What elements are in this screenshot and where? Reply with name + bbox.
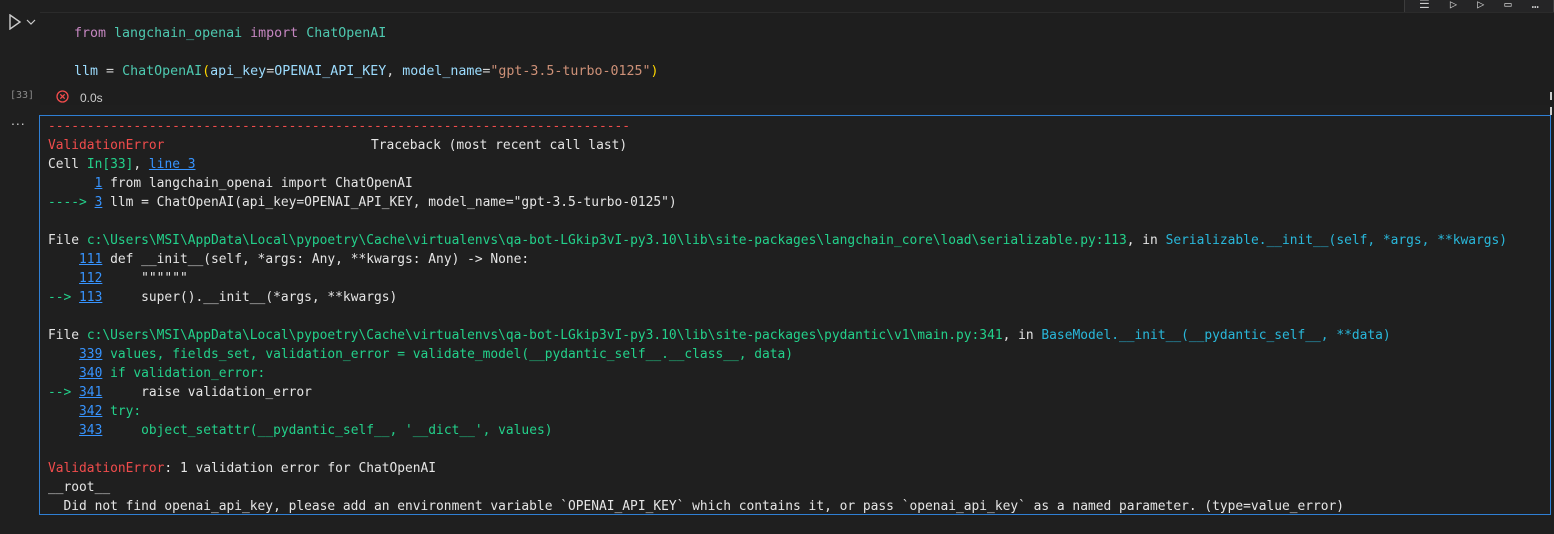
scrollbar-marker	[1550, 107, 1552, 115]
traceback-divider: ----------------------------------------…	[48, 119, 631, 134]
error-root: __root__	[48, 480, 111, 495]
cell-reference: Cell In[33], line 3	[48, 155, 196, 174]
run-cell-icon[interactable]	[8, 14, 22, 30]
trace-line: 340 if validation_error:	[48, 364, 265, 383]
file-reference: File c:\Users\MSI\AppData\Local\pypoetry…	[48, 231, 1507, 250]
class-name: ChatOpenAI	[306, 26, 387, 41]
function-name: BaseModel.__init__(__pydantic_self__, **…	[1041, 328, 1391, 343]
class-name: ChatOpenAI	[122, 64, 203, 79]
chevron-down-icon[interactable]	[26, 17, 36, 27]
keyword: import	[250, 26, 299, 41]
execution-status: 0.0s	[56, 88, 103, 107]
error-circle-icon	[56, 88, 69, 107]
trace-line: 339 values, fields_set, validation_error…	[48, 345, 793, 364]
operator: =	[266, 64, 275, 79]
run-by-line-icon[interactable]: ☰	[1419, 0, 1430, 10]
cell-prefix: Cell	[48, 157, 87, 172]
trace-code: """"""	[102, 271, 188, 286]
trace-line: 1 from langchain_openai import ChatOpenA…	[48, 174, 413, 193]
trace-line: 112 """"""	[48, 269, 188, 288]
paren: )	[650, 64, 659, 79]
kwarg: api_key	[210, 64, 267, 79]
trace-line: 111 def __init__(self, *args: Any, **kwa…	[48, 250, 529, 269]
line-number-link[interactable]: 341	[79, 385, 102, 400]
more-icon[interactable]: …	[1532, 0, 1539, 10]
final-error: ValidationError: 1 validation error for …	[48, 459, 436, 478]
line-number-link[interactable]: 340	[79, 366, 102, 381]
line-number-link[interactable]: 113	[79, 290, 102, 305]
trace-code: def __init__(self, *args: Any, **kwargs:…	[102, 252, 530, 267]
keyword: from	[74, 26, 107, 41]
trace-line-current: --> 341 raise validation_error	[48, 383, 312, 402]
paren: (	[202, 64, 211, 79]
traceback-label: Traceback (most recent call last)	[371, 138, 628, 153]
operator: =	[98, 64, 123, 79]
code-line-2: llm = ChatOpenAI(api_key=OPENAI_API_KEY,…	[74, 63, 659, 81]
cell-output[interactable]: ----------------------------------------…	[39, 115, 1551, 515]
run-cell-controls	[8, 14, 36, 30]
kwarg: model_name	[402, 64, 483, 79]
variable: llm	[74, 64, 99, 79]
error-name: ValidationError	[48, 461, 165, 476]
execution-time: 0.0s	[80, 90, 103, 105]
execute-above-icon[interactable]: ▷	[1450, 0, 1457, 10]
function-name: Serializable.__init__(self, *args, **kwa…	[1165, 233, 1508, 248]
line-number-link[interactable]: 343	[79, 423, 102, 438]
cell-in: In[33]	[86, 157, 134, 172]
trace-code: values, fields_set, validation_error = v…	[102, 347, 794, 362]
error-message: : 1 validation error for ChatOpenAI	[164, 461, 437, 476]
trace-code: if validation_error:	[102, 366, 266, 381]
separator: ,	[386, 64, 403, 79]
trace-code: raise validation_error	[102, 385, 312, 400]
execute-below-icon[interactable]: ▷	[1477, 0, 1484, 10]
line-number-link[interactable]: 342	[79, 404, 102, 419]
file-prefix: File	[48, 233, 87, 248]
file-prefix: File	[48, 328, 87, 343]
trace-line-current: ----> 3 llm = ChatOpenAI(api_key=OPENAI_…	[48, 193, 677, 212]
error-name: ValidationError	[48, 138, 165, 153]
file-path-link[interactable]: c:\Users\MSI\AppData\Local\pypoetry\Cach…	[87, 233, 1127, 248]
line-number-link[interactable]: 339	[79, 347, 102, 362]
current-line-arrow: ---->	[48, 195, 95, 210]
code-line-1: from langchain_openai import ChatOpenAI	[74, 25, 386, 43]
trace-line-current: --> 113 super().__init__(*args, **kwargs…	[48, 288, 397, 307]
output-more-button[interactable]: ...	[11, 112, 26, 128]
module-name: langchain_openai	[114, 26, 243, 41]
split-cell-icon[interactable]: ▭	[1504, 0, 1511, 10]
execution-count: [33]	[10, 90, 35, 101]
code-editor[interactable]: from langchain_openai import ChatOpenAI …	[40, 12, 1554, 105]
variable: OPENAI_API_KEY	[274, 64, 387, 79]
trace-line: 342 try:	[48, 402, 141, 421]
trace-code: super().__init__(*args, **kwargs)	[102, 290, 398, 305]
file-in: , in	[1002, 328, 1042, 343]
file-path-link[interactable]: c:\Users\MSI\AppData\Local\pypoetry\Cach…	[87, 328, 1003, 343]
file-in: , in	[1126, 233, 1166, 248]
trace-code: from langchain_openai import ChatOpenAI	[102, 176, 413, 191]
traceback-header: ValidationError Traceback (most recent ca…	[48, 136, 627, 155]
trace-line: 343 object_setattr(__pydantic_self__, '_…	[48, 421, 552, 440]
trace-code: object_setattr(__pydantic_self__, '__dic…	[102, 423, 553, 438]
current-line-arrow: -->	[48, 290, 80, 305]
current-line-arrow: -->	[48, 385, 80, 400]
scrollbar-marker	[1550, 92, 1552, 100]
trace-code: llm = ChatOpenAI(api_key=OPENAI_API_KEY,…	[102, 195, 677, 210]
file-reference: File c:\Users\MSI\AppData\Local\pypoetry…	[48, 326, 1391, 345]
line-number-link[interactable]: 111	[79, 252, 102, 267]
line-number-link[interactable]: 112	[79, 271, 102, 286]
string-literal: "gpt-3.5-turbo-0125"	[490, 64, 651, 79]
line-link[interactable]: line 3	[149, 157, 196, 172]
trace-code: try:	[102, 404, 142, 419]
cell-sep: ,	[133, 157, 149, 172]
error-detail: Did not find openai_api_key, please add …	[48, 499, 1345, 514]
